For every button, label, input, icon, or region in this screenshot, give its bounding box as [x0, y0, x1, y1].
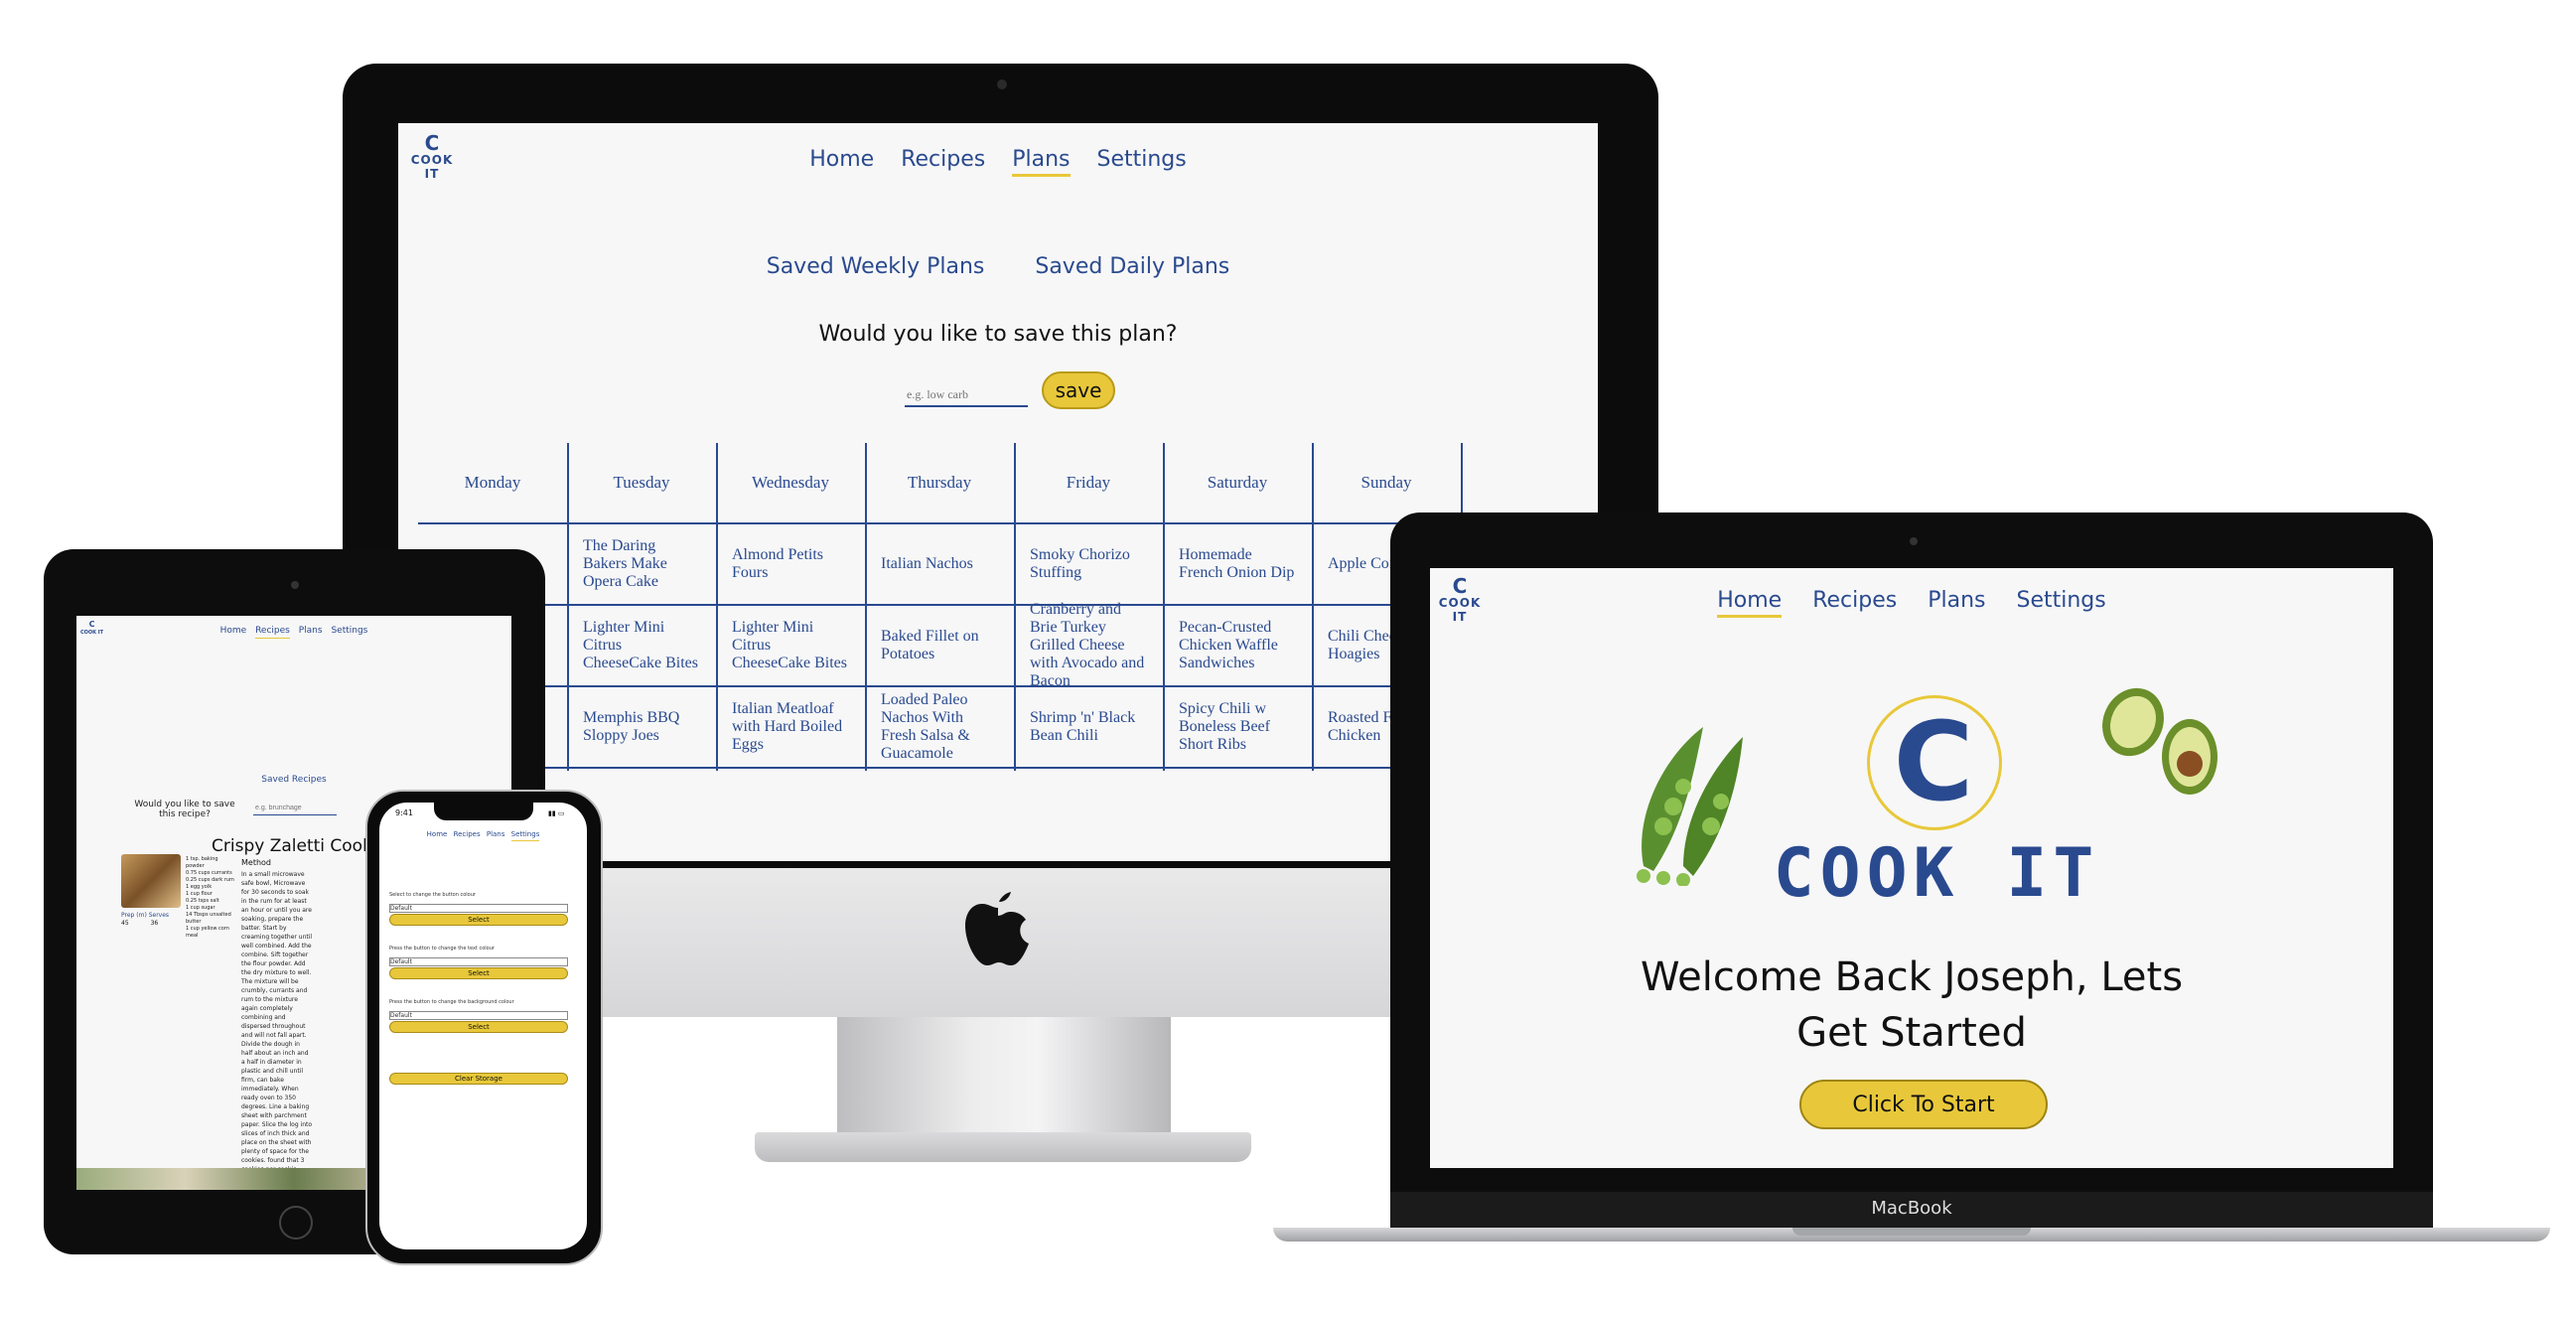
- avocado-icon: [2095, 682, 2224, 805]
- day-header: Monday: [418, 443, 567, 524]
- text-colour-select[interactable]: Default: [389, 957, 568, 966]
- nav-plans[interactable]: Plans: [1012, 147, 1071, 177]
- save-plan-question: Would you like to save this plan?: [818, 322, 1178, 347]
- welcome-message: Welcome Back Joseph, Lets Get Started: [1629, 950, 2195, 1061]
- meal-cell[interactable]: Almond Petits Fours: [716, 524, 865, 606]
- main-nav: Home Recipes Plans Settings: [76, 626, 511, 639]
- imac-stand-foot: [755, 1132, 1251, 1162]
- recipe-image: [121, 854, 181, 908]
- main-nav: Home Recipes Plans Settings: [398, 147, 1598, 177]
- macbook-screen: C COOK IT Home Recipes Plans Settings C …: [1430, 568, 2393, 1168]
- save-recipe-question: Would you like to save this recipe?: [134, 800, 235, 819]
- day-column-saturday: Saturday Homemade French Onion Dip Pecan…: [1163, 443, 1314, 771]
- iphone-notch: [434, 803, 533, 820]
- meal-cell[interactable]: Lighter Mini Citrus CheeseCake Bites: [567, 606, 716, 687]
- serves-value: 36: [150, 920, 159, 927]
- nav-home[interactable]: Home: [427, 830, 448, 838]
- meal-cell[interactable]: Shrimp 'n' Black Bean Chili: [1014, 687, 1163, 769]
- plan-name-input[interactable]: [905, 383, 1028, 407]
- meal-cell[interactable]: Memphis BBQ Sloppy Joes: [567, 687, 716, 769]
- nav-settings[interactable]: Settings: [510, 830, 540, 841]
- meal-cell[interactable]: Spicy Chili w Boneless Beef Short Ribs: [1163, 687, 1312, 769]
- recipe-title: Crispy Zaletti Cooki: [212, 836, 377, 856]
- nav-home[interactable]: Home: [1717, 588, 1783, 618]
- nav-home[interactable]: Home: [809, 147, 874, 172]
- meal-cell[interactable]: Lighter Mini Citrus CheeseCake Bites: [716, 606, 865, 687]
- save-plan-button[interactable]: save: [1042, 371, 1115, 409]
- meal-cell[interactable]: Smoky Chorizo Stuffing: [1014, 524, 1163, 606]
- background-colour-select-button[interactable]: Select: [389, 1021, 568, 1033]
- meal-cell[interactable]: Italian Meatloaf with Hard Boiled Eggs: [716, 687, 865, 769]
- background-colour-label: Press the button to change the backgroun…: [389, 999, 514, 1005]
- nav-plans[interactable]: Plans: [299, 626, 323, 636]
- meal-cell[interactable]: Cranberry and Brie Turkey Grilled Cheese…: [1014, 601, 1163, 689]
- prep-label: Prep (m): [121, 912, 147, 919]
- day-column-wednesday: Wednesday Almond Petits Fours Lighter Mi…: [716, 443, 867, 771]
- background-colour-select[interactable]: Default: [389, 1011, 568, 1020]
- main-nav: Home Recipes Plans Settings: [1430, 588, 2393, 618]
- status-time: 9:41: [395, 808, 413, 817]
- logo-letter: C: [1893, 698, 1974, 825]
- weekly-plan-grid: Monday Tuesday The Daring Bakers Make Op…: [418, 443, 1481, 771]
- nav-settings[interactable]: Settings: [331, 626, 367, 636]
- saved-daily-plans-link[interactable]: Saved Daily Plans: [1035, 254, 1229, 279]
- button-colour-select-button[interactable]: Select: [389, 914, 568, 926]
- day-column-tuesday: Tuesday The Daring Bakers Make Opera Cak…: [567, 443, 718, 771]
- nav-plans[interactable]: Plans: [1928, 588, 1985, 613]
- day-header: Tuesday: [567, 443, 716, 524]
- iphone-screen: 9:41 ▮▮ ▭ Home Recipes Plans Settings Se…: [379, 803, 587, 1249]
- button-colour-label: Select to change the button colour: [389, 892, 476, 898]
- welcome-line-1: Welcome Back Joseph, Lets: [1640, 954, 2184, 1000]
- meal-cell[interactable]: The Daring Bakers Make Opera Cake: [567, 524, 716, 606]
- day-header: Thursday: [865, 443, 1014, 524]
- click-to-start-button[interactable]: Click To Start: [1799, 1080, 2048, 1129]
- nav-settings[interactable]: Settings: [2017, 588, 2106, 613]
- peas-icon: [1624, 717, 1773, 890]
- nav-recipes[interactable]: Recipes: [454, 830, 481, 838]
- meal-cell[interactable]: Homemade French Onion Dip: [1163, 524, 1312, 606]
- nav-settings[interactable]: Settings: [1097, 147, 1187, 172]
- battery-icon: ▮▮ ▭: [548, 809, 565, 817]
- meal-cell[interactable]: Italian Nachos: [865, 524, 1014, 606]
- main-nav: Home Recipes Plans Settings: [379, 830, 587, 841]
- nav-home[interactable]: Home: [220, 626, 247, 636]
- welcome-line-2: Get Started: [1796, 1010, 2027, 1056]
- saved-weekly-plans-link[interactable]: Saved Weekly Plans: [767, 254, 985, 279]
- macbook-hinge-notch: [1792, 1228, 2031, 1236]
- logo-text: COOK IT: [1773, 834, 2100, 913]
- day-column-friday: Friday Smoky Chorizo Stuffing Cranberry …: [1014, 443, 1165, 771]
- nav-recipes[interactable]: Recipes: [1812, 588, 1897, 613]
- camera-icon: [997, 79, 1007, 89]
- serves-label: Serves: [148, 912, 170, 919]
- meal-cell[interactable]: Baked Fillet on Potatoes: [865, 606, 1014, 687]
- method-label: Method: [241, 858, 272, 867]
- camera-icon: [1910, 537, 1918, 545]
- home-button[interactable]: [279, 1206, 313, 1240]
- recipe-name-input[interactable]: [253, 801, 337, 815]
- camera-icon: [291, 581, 299, 589]
- nav-recipes[interactable]: Recipes: [255, 626, 290, 639]
- apple-logo-icon: [963, 886, 1033, 989]
- nav-recipes[interactable]: Recipes: [901, 147, 985, 172]
- saved-recipes-link[interactable]: Saved Recipes: [76, 775, 511, 785]
- saved-plans-links: Saved Weekly Plans Saved Daily Plans: [398, 254, 1598, 279]
- clear-storage-button[interactable]: Clear Storage: [389, 1073, 568, 1085]
- day-header: Saturday: [1163, 443, 1312, 524]
- macbook-label: MacBook: [1871, 1198, 1952, 1219]
- prep-value: 45: [121, 920, 129, 927]
- method-text: In a small microwave safe bowl, Microwav…: [241, 871, 313, 1190]
- day-header: Friday: [1014, 443, 1163, 524]
- text-colour-label: Press the button to change the text colo…: [389, 946, 495, 951]
- meal-cell[interactable]: Loaded Paleo Nachos With Fresh Salsa & G…: [865, 687, 1014, 769]
- ingredients-list: 1 tsp. baking powder 0.75 cups currants 0.…: [186, 856, 234, 939]
- meal-cell[interactable]: Pecan-Crusted Chicken Waffle Sandwiches: [1163, 606, 1312, 687]
- day-header: Wednesday: [716, 443, 865, 524]
- text-colour-select-button[interactable]: Select: [389, 967, 568, 979]
- imac-stand: [837, 1017, 1171, 1136]
- day-column-thursday: Thursday Italian Nachos Baked Fillet on …: [865, 443, 1016, 771]
- button-colour-select[interactable]: Default: [389, 904, 568, 913]
- nav-plans[interactable]: Plans: [487, 830, 505, 838]
